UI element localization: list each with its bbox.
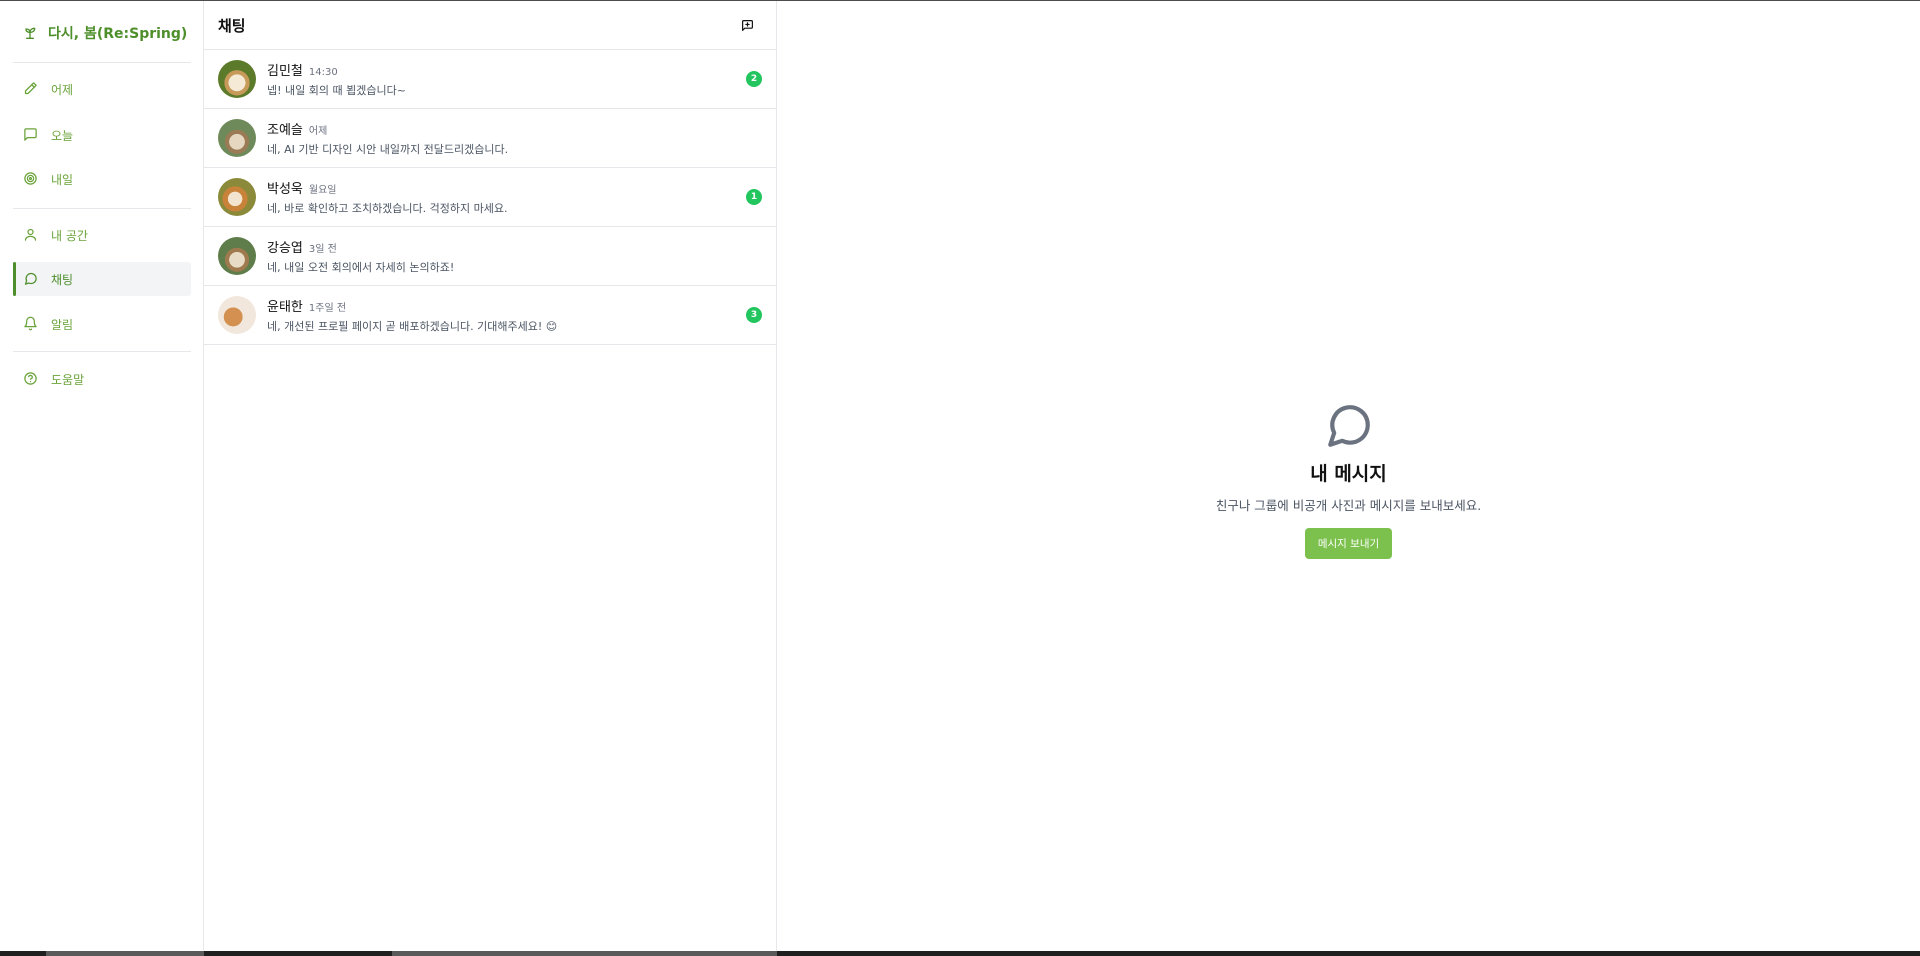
chat-list-item[interactable]: 조예슬 어제 네, AI 기반 디자인 시안 내일까지 전달드리겠습니다. [204, 109, 776, 168]
chat-name: 조예슬 [267, 123, 303, 138]
sidebar-item-label: 내일 [51, 172, 74, 187]
chat-name: 박성욱 [267, 182, 303, 197]
message-circle-icon [1324, 401, 1374, 451]
empty-state: 내 메시지 친구나 그룹에 비공개 사진과 메시지를 보내보세요. 메시지 보내… [777, 401, 1920, 559]
sidebar-item-notifications[interactable]: 알림 [13, 307, 191, 341]
sidebar-divider [13, 62, 191, 63]
sprout-icon [22, 25, 38, 41]
sidebar-item-tomorrow[interactable]: 내일 [13, 162, 191, 196]
brand-name: 다시, 봄(Re:Spring) [48, 26, 188, 42]
chat-time: 월요일 [308, 185, 337, 196]
chat-list-item[interactable]: 윤태한 1주일 전 네, 개선된 프로필 페이지 곧 배포하겠습니다. 기대해주… [204, 286, 776, 345]
sidebar-item-today[interactable]: 오늘 [13, 118, 191, 152]
message-circle-icon [23, 271, 39, 287]
chat-list-panel: 채팅 김민철 14:30 넵! 내일 회의 때 뵙겠습니다~ 2 조예슬 어제 … [204, 1, 777, 951]
avatar [218, 119, 256, 157]
unread-badge: 3 [746, 307, 762, 323]
avatar [218, 237, 256, 275]
help-circle-icon [23, 371, 39, 387]
sidebar-item-label: 채팅 [51, 272, 74, 287]
chat-time: 14:30 [308, 67, 338, 78]
unread-badge: 1 [746, 189, 762, 205]
chat-last-message: 넵! 내일 회의 때 뵙겠습니다~ [267, 84, 406, 97]
chat-last-message: 네, 바로 확인하고 조치하겠습니다. 걱정하지 마세요. [267, 202, 508, 215]
chat-list-title: 채팅 [218, 16, 246, 35]
chat-name: 윤태한 [267, 300, 303, 315]
bell-icon [23, 316, 39, 332]
sidebar: 다시, 봄(Re:Spring) 어제 오늘 내일 내 공간 채팅 알림 도움말 [0, 1, 204, 951]
sidebar-divider [13, 351, 191, 352]
sidebar-item-help[interactable]: 도움말 [13, 362, 191, 396]
chat-list-item[interactable]: 강승엽 3일 전 네, 내일 오전 회의에서 자세히 논의하죠! [204, 227, 776, 286]
sidebar-item-my-space[interactable]: 내 공간 [13, 218, 191, 252]
taskbar-segment [392, 951, 777, 956]
chat-list-header: 채팅 [204, 1, 776, 50]
sidebar-item-label: 오늘 [51, 128, 74, 143]
message-pane: 내 메시지 친구나 그룹에 비공개 사진과 메시지를 보내보세요. 메시지 보내… [777, 1, 1920, 951]
chat-time: 어제 [308, 126, 328, 137]
chat-time: 3일 전 [308, 244, 337, 255]
sidebar-item-yesterday[interactable]: 어제 [13, 72, 191, 106]
sidebar-divider [13, 208, 191, 209]
chat-last-message: 네, AI 기반 디자인 시안 내일까지 전달드리겠습니다. [267, 143, 509, 156]
message-plus-icon [741, 19, 754, 32]
brand[interactable]: 다시, 봄(Re:Spring) [22, 23, 187, 43]
user-icon [23, 227, 39, 243]
empty-state-subtitle: 친구나 그룹에 비공개 사진과 메시지를 보내보세요. [1215, 498, 1482, 513]
target-icon [23, 171, 39, 187]
sidebar-item-label: 도움말 [51, 372, 85, 387]
window-bottom-border [0, 951, 1920, 956]
sidebar-item-chat[interactable]: 채팅 [13, 262, 191, 296]
chat-name: 강승엽 [267, 241, 303, 256]
chat-last-message: 네, 개선된 프로필 페이지 곧 배포하겠습니다. 기대해주세요! 😊 [267, 320, 558, 333]
chat-list-item[interactable]: 박성욱 월요일 네, 바로 확인하고 조치하겠습니다. 걱정하지 마세요. 1 [204, 168, 776, 227]
send-message-button[interactable]: 메시지 보내기 [1304, 528, 1393, 559]
chat-list-item[interactable]: 김민철 14:30 넵! 내일 회의 때 뵙겠습니다~ 2 [204, 50, 776, 109]
sidebar-item-label: 어제 [51, 82, 74, 97]
taskbar-segment [46, 951, 204, 956]
pencil-icon [23, 81, 39, 97]
sidebar-item-label: 내 공간 [51, 228, 88, 243]
avatar [218, 60, 256, 98]
avatar [218, 296, 256, 334]
avatar [218, 178, 256, 216]
empty-state-title: 내 메시지 [1310, 463, 1387, 485]
sidebar-item-label: 알림 [51, 317, 74, 332]
unread-badge: 2 [746, 71, 762, 87]
new-chat-button[interactable] [738, 16, 756, 34]
chat-last-message: 네, 내일 오전 회의에서 자세히 논의하죠! [267, 261, 455, 274]
message-square-icon [23, 127, 39, 143]
chat-time: 1주일 전 [308, 303, 347, 314]
chat-name: 김민철 [267, 64, 303, 79]
